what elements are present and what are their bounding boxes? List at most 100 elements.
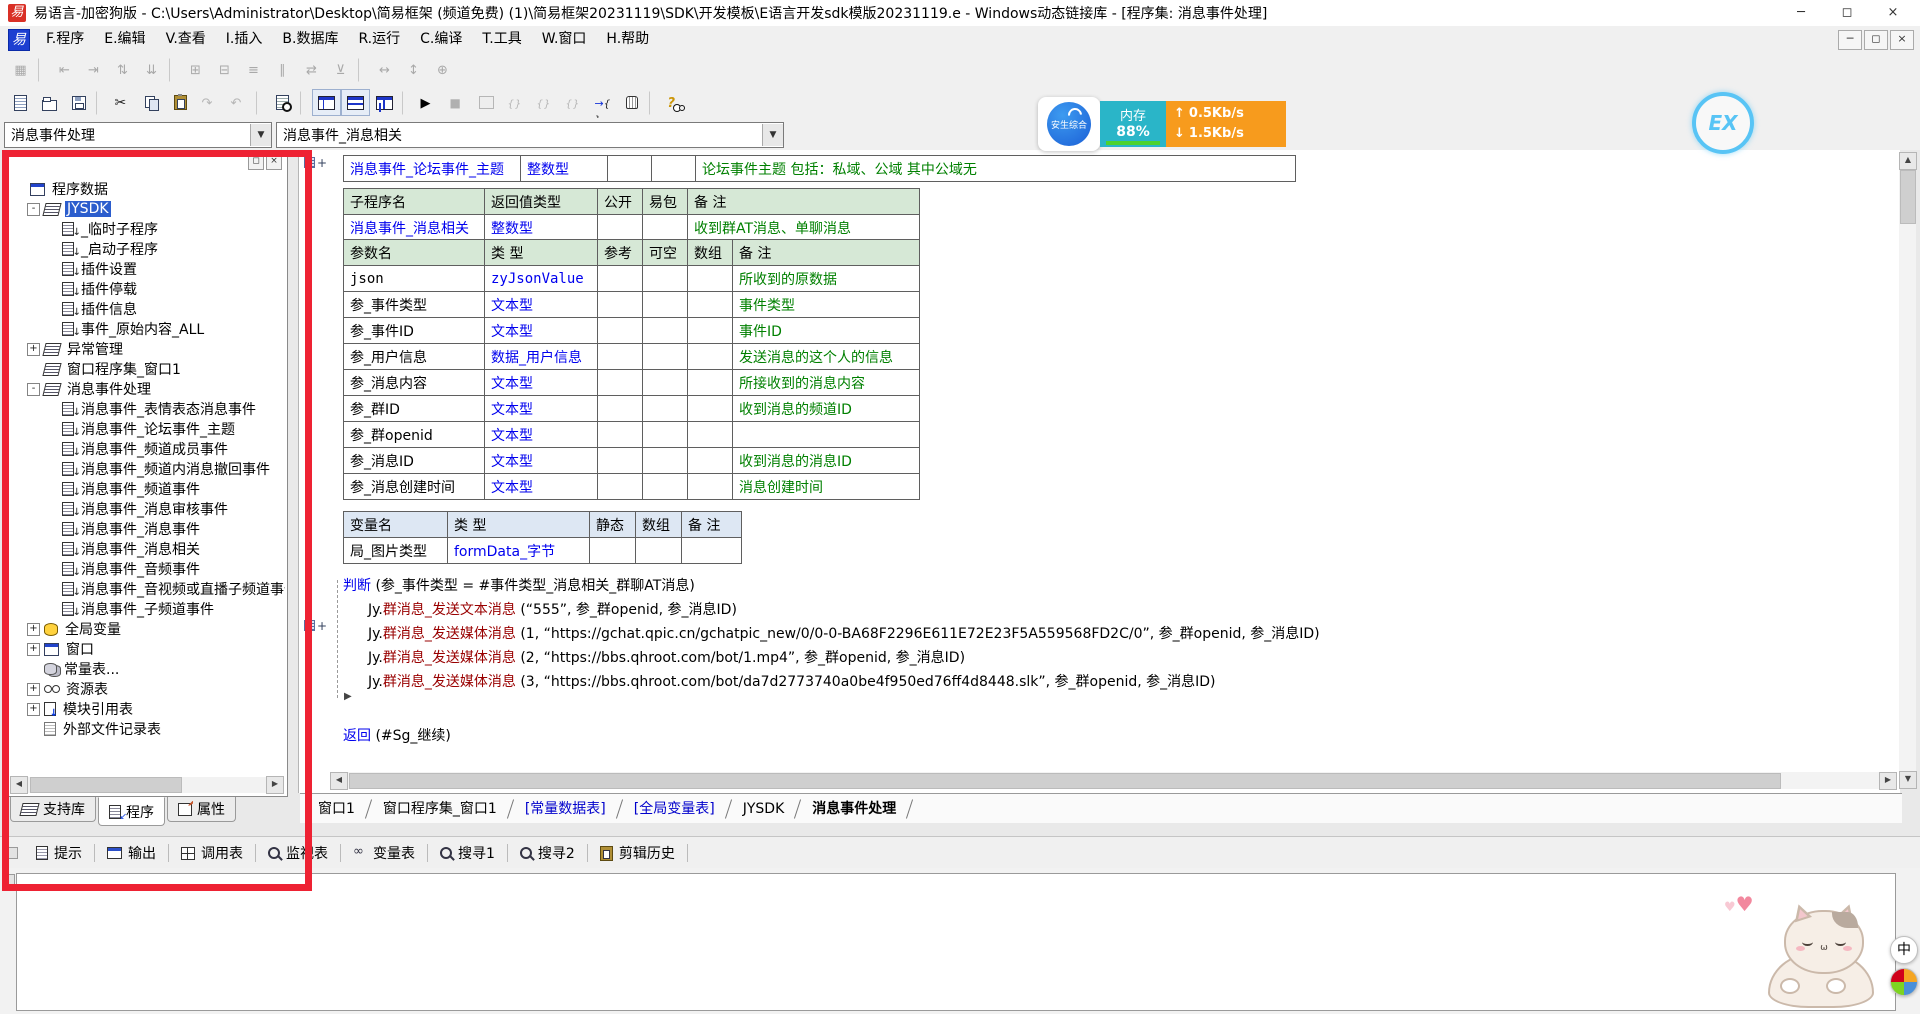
doc-tab-jysdk[interactable]: JYSDK bbox=[729, 796, 799, 822]
open-button[interactable] bbox=[35, 89, 64, 116]
table-cell[interactable] bbox=[598, 422, 643, 448]
doc-tab-window-program[interactable]: 窗口程序集_窗口1 bbox=[369, 796, 511, 822]
find-button[interactable] bbox=[268, 89, 297, 116]
dock-tab-search2[interactable]: 搜寻2 bbox=[510, 841, 585, 865]
table-cell[interactable] bbox=[643, 422, 688, 448]
table-cell[interactable] bbox=[643, 215, 688, 241]
toolbar-button[interactable] bbox=[300, 91, 309, 115]
menu-item[interactable]: R.运行 bbox=[348, 27, 410, 52]
editor-vertical-scrollbar[interactable]: ▲ ▼ bbox=[1899, 152, 1916, 789]
program-section-combobox[interactable]: 消息事件处理 ▼ bbox=[4, 122, 272, 148]
step-into-button[interactable] bbox=[530, 89, 559, 116]
scroll-right-icon[interactable]: ▶ bbox=[1879, 772, 1897, 790]
table-cell[interactable] bbox=[598, 318, 643, 344]
align-right-button[interactable]: ⇥ bbox=[79, 57, 108, 84]
table-cell[interactable]: 文本型 bbox=[485, 448, 598, 474]
tree-item[interactable]: 消息事件_消息事件 bbox=[11, 519, 285, 539]
fold-toggle[interactable]: + bbox=[304, 620, 327, 631]
table-cell[interactable] bbox=[733, 422, 920, 448]
toolbar-button[interactable] bbox=[256, 91, 265, 115]
table-cell[interactable]: 消息创建时间 bbox=[733, 474, 920, 500]
align-bottom-button[interactable]: ⇊ bbox=[137, 57, 166, 84]
mdi-minimize-button[interactable]: ─ bbox=[1838, 30, 1862, 50]
code-line[interactable]: Jy.群消息_发送媒体消息 (1, “https://gchat.qpic.cn… bbox=[368, 622, 1320, 646]
toolbar-button[interactable] bbox=[96, 91, 105, 115]
table-cell[interactable]: 文本型 bbox=[485, 474, 598, 500]
table-cell[interactable] bbox=[643, 266, 688, 292]
toolbar-button[interactable] bbox=[38, 58, 47, 82]
table-cell[interactable]: 参_事件类型 bbox=[344, 292, 485, 318]
maximize-button[interactable]: ◻ bbox=[1824, 1, 1870, 25]
redo-button[interactable] bbox=[195, 89, 224, 116]
table-cell[interactable] bbox=[688, 474, 733, 500]
table-cell[interactable]: 文本型 bbox=[485, 396, 598, 422]
run-to-cursor-button[interactable] bbox=[588, 89, 617, 116]
tab-support-libs[interactable]: 支持库 bbox=[10, 797, 96, 822]
table-cell[interactable] bbox=[598, 215, 643, 241]
table-cell[interactable]: 消息事件_消息相关 bbox=[344, 215, 485, 241]
form-grid-button[interactable]: ▦ bbox=[6, 57, 35, 84]
table-cell[interactable]: 消息事件_论坛事件_主题 bbox=[344, 156, 521, 182]
space-across-button[interactable]: ≡ bbox=[239, 57, 268, 84]
chevron-down-icon[interactable]: ▼ bbox=[250, 124, 271, 146]
code-line[interactable]: 判断 (参_事件类型 = #事件类型_消息相关_群聊AT消息) bbox=[343, 574, 1320, 598]
table-cell[interactable] bbox=[688, 266, 733, 292]
table-cell[interactable] bbox=[643, 292, 688, 318]
table-cell[interactable]: 参_群openid bbox=[344, 422, 485, 448]
new-button[interactable] bbox=[6, 89, 35, 116]
tree-horizontal-scrollbar[interactable]: ◀ ▶ bbox=[10, 777, 284, 793]
tree-expand-toggle[interactable]: + bbox=[27, 643, 40, 656]
table-cell[interactable]: 参_消息ID bbox=[344, 448, 485, 474]
tree-item[interactable]: 外部文件记录表 bbox=[11, 719, 285, 739]
scroll-left-icon[interactable]: ◀ bbox=[10, 776, 28, 794]
menu-item[interactable]: T.工具 bbox=[472, 27, 531, 52]
center-horizontal-button[interactable]: ⊞ bbox=[181, 57, 210, 84]
toolbar-button[interactable] bbox=[358, 58, 367, 82]
stop-button[interactable] bbox=[443, 89, 472, 116]
table-cell[interactable] bbox=[652, 156, 696, 182]
table-cell[interactable] bbox=[598, 344, 643, 370]
tree-item[interactable]: 插件设置 bbox=[11, 259, 285, 279]
copy-button[interactable] bbox=[137, 89, 166, 116]
table-cell[interactable]: 收到群AT消息、单聊消息 bbox=[688, 215, 920, 241]
editor-horizontal-scrollbar[interactable]: ◀ ▶ bbox=[330, 772, 1897, 789]
table-cell[interactable] bbox=[590, 538, 636, 564]
menu-item[interactable]: W.窗口 bbox=[532, 27, 597, 52]
menu-item[interactable]: F.程序 bbox=[36, 27, 94, 52]
menu-item[interactable]: B.数据库 bbox=[272, 27, 348, 52]
layout-window1-button[interactable] bbox=[312, 89, 341, 116]
doc-tab-window1[interactable]: 窗口1 bbox=[304, 796, 369, 822]
tree-item[interactable]: 程序数据 bbox=[11, 179, 285, 199]
toolbar-button[interactable] bbox=[169, 58, 178, 82]
tree-item[interactable]: 插件信息 bbox=[11, 299, 285, 319]
scroll-left-icon[interactable]: ◀ bbox=[330, 772, 348, 790]
table-cell[interactable]: 收到消息的频道ID bbox=[733, 396, 920, 422]
table-cell[interactable]: 整数型 bbox=[485, 215, 598, 241]
scroll-up-icon[interactable]: ▲ bbox=[1899, 152, 1917, 170]
help-search-button[interactable] bbox=[661, 89, 690, 116]
table-cell[interactable]: 事件类型 bbox=[733, 292, 920, 318]
table-cell[interactable]: 数据_用户信息 bbox=[485, 344, 598, 370]
dock-grip[interactable] bbox=[6, 847, 18, 859]
tree-item[interactable]: + 资源表 bbox=[11, 679, 285, 699]
code-line[interactable]: Jy.群消息_发送媒体消息 (2, “https://bbs.qhroot.co… bbox=[368, 646, 1320, 670]
table-cell[interactable] bbox=[688, 292, 733, 318]
tree-item[interactable]: + 异常管理 bbox=[11, 339, 285, 359]
toolbar-button[interactable] bbox=[402, 91, 411, 115]
save-button[interactable] bbox=[64, 89, 93, 116]
same-size-button[interactable]: ⊕ bbox=[428, 57, 457, 84]
tree-item[interactable]: + 窗口 bbox=[11, 639, 285, 659]
tree-item[interactable]: 消息事件_音视频或直播子频道事件 bbox=[11, 579, 285, 599]
run-button[interactable] bbox=[414, 89, 443, 116]
menu-item[interactable]: V.查看 bbox=[156, 27, 216, 52]
tree-item[interactable]: + 全局变量 bbox=[11, 619, 285, 639]
tree-item[interactable]: 消息事件_表情表态消息事件 bbox=[11, 399, 285, 419]
table-cell[interactable]: 文本型 bbox=[485, 422, 598, 448]
table-cell[interactable] bbox=[598, 292, 643, 318]
table-cell[interactable]: 所接收到的消息内容 bbox=[733, 370, 920, 396]
tree-item[interactable]: 插件停载 bbox=[11, 279, 285, 299]
menu-item[interactable]: C.编译 bbox=[410, 27, 472, 52]
table-cell[interactable] bbox=[598, 266, 643, 292]
tree-item[interactable]: 消息事件_论坛事件_主题 bbox=[11, 419, 285, 439]
space-down-button[interactable]: ∥ bbox=[268, 57, 297, 84]
